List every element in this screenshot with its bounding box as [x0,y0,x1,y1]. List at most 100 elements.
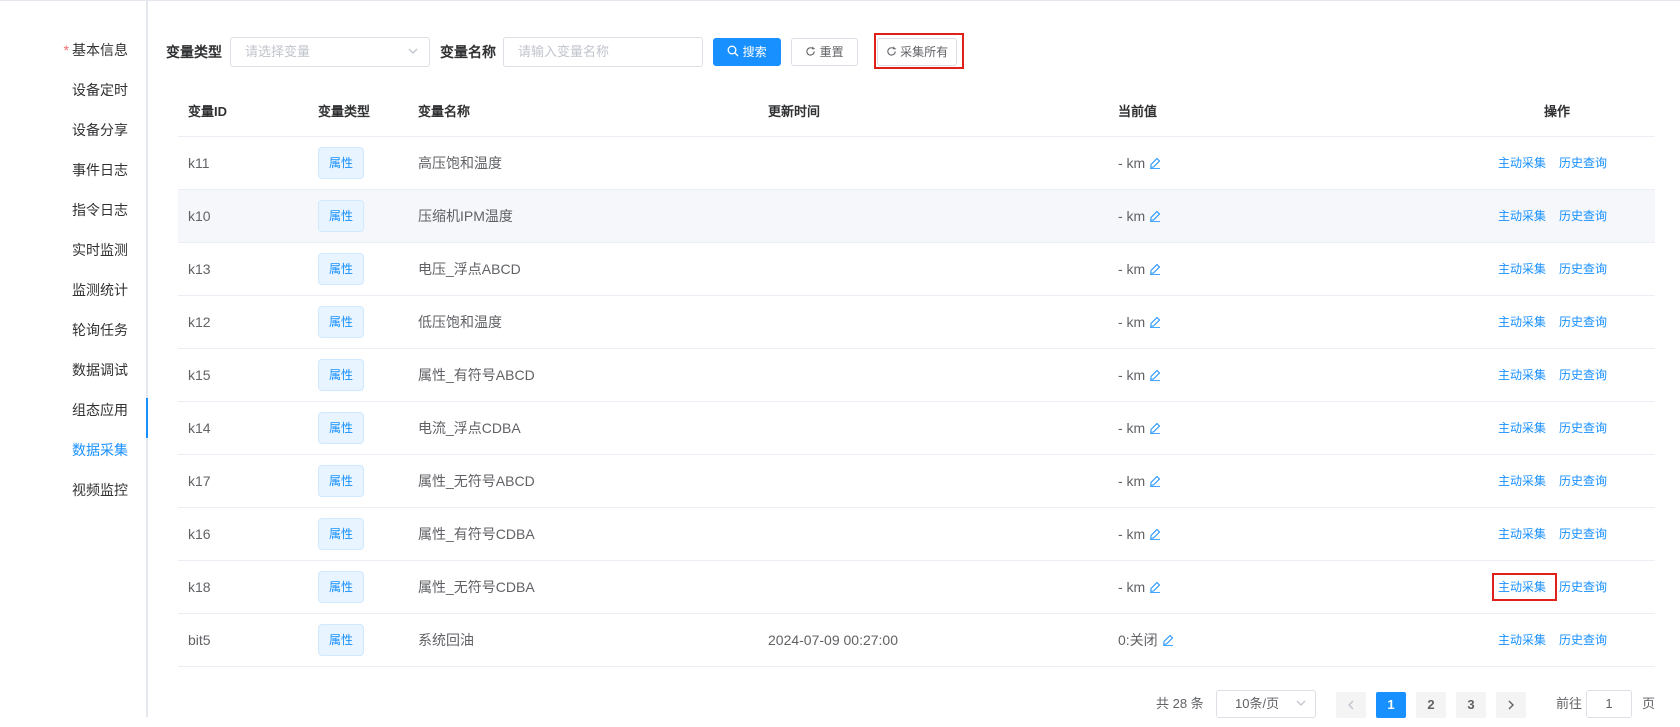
variable-type-tag: 属性 [318,518,364,550]
sidebar-item-label: 实时监测 [72,242,128,258]
sidebar-item-label: 轮询任务 [72,322,128,338]
history-query-link[interactable]: 历史查询 [1559,402,1607,454]
current-value-text: - km [1118,579,1146,595]
sidebar-item-label: 指令日志 [72,202,128,218]
cell-variable-id: k14 [188,420,211,436]
edit-icon[interactable] [1162,633,1174,648]
table-row: k15 属性 属性_有符号ABCD - km 主动采集 历史查询 [178,349,1655,402]
chevron-left-icon [1348,700,1354,710]
sidebar-item[interactable]: 组态应用 [72,390,128,430]
history-query-link[interactable]: 历史查询 [1559,190,1607,242]
header-actions: 操作 [1544,104,1571,119]
search-button-label: 搜索 [742,45,767,59]
sidebar-item-label: 设备分享 [72,122,128,138]
edit-icon[interactable] [1149,580,1161,595]
history-query-link[interactable]: 历史查询 [1559,508,1607,560]
active-collect-link[interactable]: 主动采集 [1498,508,1546,560]
cell-current-value: 0:关闭 [1118,614,1174,667]
required-marker: * [63,42,69,58]
history-query-link[interactable]: 历史查询 [1559,243,1607,295]
sidebar-item[interactable]: 数据采集 [72,430,128,470]
cell-current-value: - km [1118,455,1161,508]
active-collect-link[interactable]: 主动采集 [1498,455,1546,507]
cell-current-value: - km [1118,402,1161,455]
cell-current-value: - km [1118,561,1161,614]
variable-type-tag: 属性 [318,624,364,656]
table-row: k12 属性 低压饱和温度 - km 主动采集 历史查询 [178,296,1655,349]
active-collect-link[interactable]: 主动采集 [1498,243,1546,295]
variable-type-tag: 属性 [318,147,364,179]
highlight-box-collect-all [874,33,964,69]
cell-variable-name: 低压饱和温度 [418,314,502,330]
active-collect-link[interactable]: 主动采集 [1498,349,1546,401]
chevron-right-icon [1508,700,1514,710]
edit-icon[interactable] [1149,315,1161,330]
active-collect-link[interactable]: 主动采集 [1498,137,1546,189]
current-value-text: - km [1118,314,1146,330]
history-query-link[interactable]: 历史查询 [1559,561,1607,613]
goto-page-input[interactable]: 1 [1586,690,1632,718]
history-query-link[interactable]: 历史查询 [1559,349,1607,401]
sidebar-item-label: 数据调试 [72,362,128,378]
cell-variable-id: k11 [188,155,210,171]
edit-icon[interactable] [1149,527,1161,542]
edit-icon[interactable] [1149,209,1161,224]
cell-current-value: - km [1118,190,1161,243]
history-query-link[interactable]: 历史查询 [1559,614,1607,666]
goto-suffix: 页 [1642,696,1656,711]
current-value-text: - km [1118,526,1146,542]
sidebar-item[interactable]: 数据调试 [72,350,128,390]
history-query-link[interactable]: 历史查询 [1559,296,1607,348]
history-query-link[interactable]: 历史查询 [1559,455,1607,507]
variable-name-input[interactable]: 请输入变量名称 [503,37,703,67]
reset-button[interactable]: 重置 [791,38,858,66]
highlight-box-active-collect [1492,573,1557,601]
sidebar-item[interactable]: 轮询任务 [72,310,128,350]
current-value-text: - km [1118,155,1146,171]
active-collect-link[interactable]: 主动采集 [1498,296,1546,348]
cell-variable-id: k15 [188,367,211,383]
refresh-icon [806,46,816,56]
current-value-text: - km [1118,473,1146,489]
edit-icon[interactable] [1149,474,1161,489]
search-button[interactable]: 搜索 [713,38,781,66]
page-size-select[interactable]: 10条/页 [1216,690,1316,718]
sidebar-item[interactable]: 设备定时 [72,70,128,110]
cell-variable-id: k10 [188,208,211,224]
current-value-text: - km [1118,208,1146,224]
edit-icon[interactable] [1149,262,1161,277]
prev-page-button[interactable] [1336,692,1366,718]
variable-type-tag: 属性 [318,359,364,391]
page-number-button[interactable]: 1 [1376,692,1406,718]
sidebar-tabs: * 基本信息设备定时设备分享事件日志指令日志实时监测监测统计轮询任务数据调试组态应… [0,0,148,717]
page-number-button[interactable]: 3 [1456,692,1486,718]
cell-variable-id: k12 [188,314,211,330]
page-number-button[interactable]: 2 [1416,692,1446,718]
edit-icon[interactable] [1149,421,1161,436]
sidebar-item-label: 视频监控 [72,482,128,498]
cell-variable-name: 电压_浮点ABCD [418,261,521,277]
sidebar-item[interactable]: 设备分享 [72,110,128,150]
sidebar-item[interactable]: 监测统计 [72,270,128,310]
sidebar-item[interactable]: 事件日志 [72,150,128,190]
history-query-link[interactable]: 历史查询 [1559,137,1607,189]
table-row: k13 属性 电压_浮点ABCD - km 主动采集 历史查询 [178,243,1655,296]
next-page-button[interactable] [1496,692,1526,718]
active-collect-link[interactable]: 主动采集 [1498,402,1546,454]
edit-icon[interactable] [1149,368,1161,383]
sidebar-item[interactable]: * 基本信息 [64,30,128,70]
sidebar-item[interactable]: 实时监测 [72,230,128,270]
active-collect-link[interactable]: 主动采集 [1498,190,1546,242]
sidebar-item[interactable]: 视频监控 [72,470,128,510]
edit-icon[interactable] [1149,156,1161,171]
sidebar-item[interactable]: 指令日志 [72,190,128,230]
cell-update-time: 2024-07-09 00:27:00 [768,632,898,648]
chevron-down-icon [407,38,419,76]
variable-type-tag: 属性 [318,412,364,444]
variable-type-select[interactable]: 请选择变量 [230,37,430,67]
variable-name-placeholder: 请输入变量名称 [518,44,610,59]
active-collect-link[interactable]: 主动采集 [1498,614,1546,666]
sidebar-item-label: 设备定时 [72,82,128,98]
cell-variable-name: 属性_无符号CDBA [418,579,535,595]
sidebar-item-label: 事件日志 [72,162,128,178]
